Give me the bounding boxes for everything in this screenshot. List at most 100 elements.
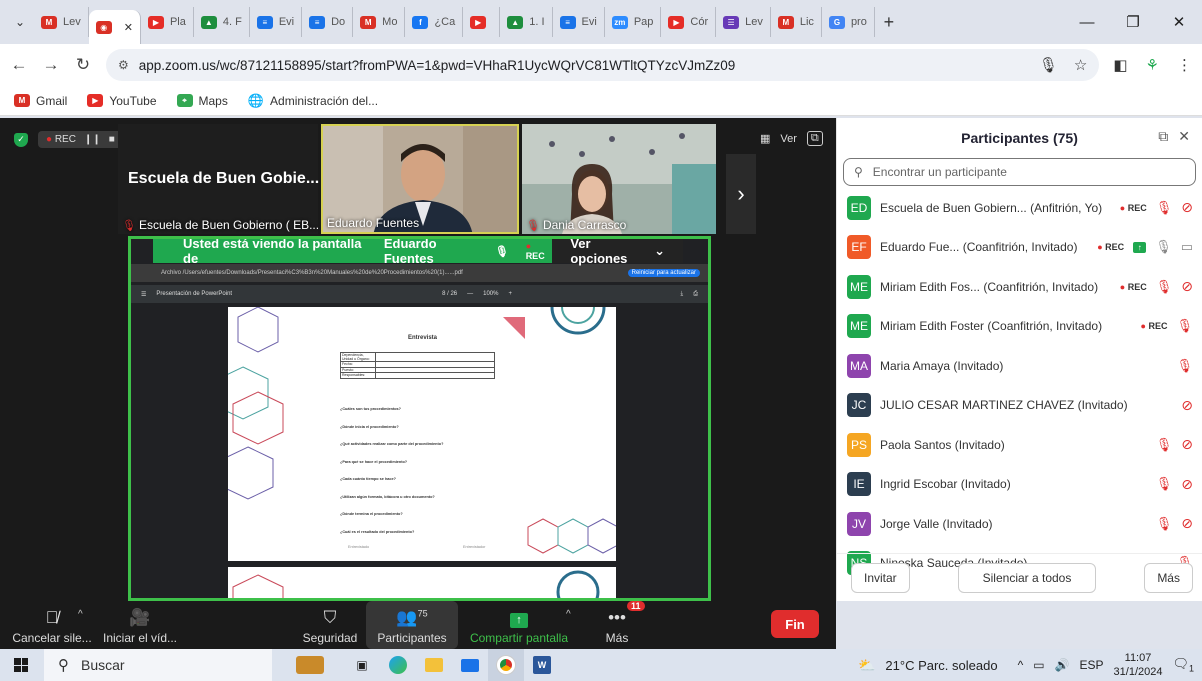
browser-tab[interactable]: ≡ Do — [302, 7, 354, 37]
extension-icon[interactable]: ⚘ — [1146, 56, 1159, 74]
video-off-icon[interactable]: ⊘ — [1181, 278, 1193, 295]
microphone-icon[interactable]: 🎙 — [1039, 56, 1058, 74]
reload-icon[interactable]: ↻ — [74, 55, 92, 75]
pause-recording-icon[interactable]: ❙❙ — [84, 134, 101, 145]
browser-tab[interactable]: ▶ — [463, 7, 501, 37]
participant-row[interactable]: MA Maria Amaya (Invitado) 🎙 — [837, 346, 1202, 386]
close-window-icon[interactable]: ✕ — [1156, 13, 1202, 31]
close-panel-icon[interactable]: ✕ — [1178, 128, 1190, 145]
participant-row[interactable]: ED Escuela de Buen Gobiern... (Anfitrión,… — [837, 188, 1202, 228]
audio-options-caret[interactable]: ^ — [78, 609, 83, 620]
popout-icon[interactable]: ⧉ — [1158, 128, 1168, 145]
bookmark-gmail[interactable]: M Gmail — [14, 94, 67, 108]
clock[interactable]: 11:07 31/1/2024 — [1114, 651, 1163, 679]
mute-all-button[interactable]: Silenciar a todos — [957, 562, 1097, 593]
taskbar-work-icon[interactable] — [292, 649, 328, 681]
mic-muted-icon[interactable]: 🎙 — [1156, 200, 1173, 216]
next-gallery-page-button[interactable]: › — [726, 154, 756, 234]
mic-muted-icon[interactable]: 🎙 — [1176, 318, 1193, 334]
browser-tab[interactable]: M Lev — [34, 7, 89, 37]
security-button[interactable]: ⛉ Seguridad — [298, 601, 362, 649]
video-off-icon[interactable]: ⊘ — [1181, 397, 1193, 414]
share-options-caret[interactable]: ^ — [566, 609, 571, 620]
video-off-icon[interactable]: ⊘ — [1181, 199, 1193, 216]
participant-row[interactable]: ME Miriam Edith Foster (Coanfitrión, Invi… — [837, 307, 1202, 347]
video-tile-dania[interactable]: 🎙 Dania Carrasco — [522, 124, 716, 234]
mic-muted-icon[interactable]: 🎙 — [1156, 437, 1173, 453]
participant-row[interactable]: PS Paola Santos (Invitado) 🎙 ⊘ — [837, 425, 1202, 465]
browser-menu-icon[interactable]: ⋮ — [1177, 56, 1192, 74]
mic-muted-icon[interactable]: 🎙 — [1156, 476, 1173, 492]
browser-tab[interactable]: ▶ Pla — [141, 7, 194, 37]
browser-tab[interactable]: Gpro — [822, 7, 875, 37]
url-omnibox[interactable]: ⚙ app.zoom.us/wc/87121158895/start?fromP… — [106, 49, 1100, 81]
shared-screen[interactable]: Archivo /Users/efuentes/Downloads/Presen… — [128, 236, 711, 601]
participant-row[interactable]: JC JULIO CESAR MARTINEZ CHAVEZ (Invitado)… — [837, 386, 1202, 426]
share-screen-button[interactable]: ↑ Compartir pantalla — [464, 601, 574, 649]
browser-tab[interactable]: ☰ Lev — [716, 7, 771, 37]
browser-tab[interactable]: M Mo — [353, 7, 406, 37]
security-shield-icon[interactable]: ✓ — [14, 132, 28, 147]
fullscreen-icon[interactable]: ⧉ — [806, 131, 823, 146]
participant-row[interactable]: EF Eduardo Fue... (Coanfitrión, Invitado)… — [837, 228, 1202, 268]
participant-row[interactable]: IE Ingrid Escobar (Invitado) 🎙 ⊘ — [837, 465, 1202, 505]
view-layout-button[interactable]: ▦ Ver ⧉ — [760, 131, 823, 146]
side-panel-icon[interactable]: ◧ — [1113, 56, 1127, 74]
video-off-icon[interactable]: ⊘ — [1181, 436, 1193, 453]
browser-tab[interactable]: ▲ 4. F — [194, 7, 250, 37]
network-icon[interactable]: ▭ — [1033, 658, 1044, 672]
close-tab-icon[interactable]: ✕ — [124, 21, 133, 34]
bookmark-maps[interactable]: ⌖ Maps — [176, 94, 228, 108]
mic-muted-icon[interactable]: 🎙 — [1176, 358, 1193, 374]
participant-row[interactable]: JV Jorge Valle (Invitado) 🎙 ⊘ — [837, 504, 1202, 544]
browser-tab[interactable]: ◉ ✕ — [88, 10, 141, 44]
video-off-icon[interactable]: ⊘ — [1181, 476, 1193, 493]
taskbar-search[interactable]: ⚲ Buscar — [44, 649, 272, 681]
browser-tab[interactable]: ▲ 1. I — [500, 7, 553, 37]
mic-on-icon[interactable]: 🎙 — [1155, 239, 1172, 255]
browser-tab[interactable]: zm Pap — [605, 7, 662, 37]
chrome-icon[interactable] — [488, 649, 524, 681]
mic-muted-icon[interactable]: 🎙 — [1156, 279, 1173, 295]
tab-search-chevron-icon[interactable]: ⌄ — [6, 8, 34, 36]
unmute-button[interactable]: 🎙̸ Cancelar sile... — [4, 601, 100, 649]
participant-search-input[interactable]: ⚲ Encontrar un participante — [843, 158, 1196, 186]
video-tile-eduardo[interactable]: Eduardo Fuentes — [321, 124, 519, 234]
browser-tab[interactable]: M Lic — [771, 7, 822, 37]
end-meeting-button[interactable]: Fin — [771, 610, 819, 638]
invite-button[interactable]: Invitar — [851, 562, 910, 593]
browser-tab[interactable]: ≡ Evi — [553, 7, 605, 37]
more-options-button[interactable]: Más — [1144, 562, 1193, 593]
video-off-icon[interactable]: ⊘ — [1181, 515, 1193, 532]
video-on-icon[interactable]: ▭ — [1181, 239, 1193, 255]
word-icon[interactable]: W — [524, 649, 560, 681]
browser-tab[interactable]: ▶ Cór — [661, 7, 717, 37]
restore-icon[interactable]: ❐ — [1110, 13, 1156, 31]
bookmark-star-icon[interactable]: ☆ — [1074, 56, 1087, 74]
forward-icon[interactable]: → — [42, 55, 60, 75]
browser-tab[interactable]: f ¿Ca — [405, 7, 464, 37]
stop-recording-icon[interactable]: ■ — [109, 134, 115, 145]
edge-icon[interactable] — [380, 649, 416, 681]
participants-button[interactable]: 👥75 Participantes — [366, 601, 458, 649]
back-icon[interactable]: ← — [10, 55, 28, 75]
bookmark-admin[interactable]: 🌐 Administración del... — [248, 93, 378, 109]
volume-icon[interactable]: 🔊 — [1055, 658, 1070, 672]
browser-tab[interactable]: ≡ Evi — [250, 7, 303, 37]
mail-icon[interactable] — [452, 649, 488, 681]
bookmark-youtube[interactable]: ▶ YouTube — [87, 94, 157, 108]
minimize-icon[interactable]: — — [1064, 14, 1110, 31]
mic-muted-icon[interactable]: 🎙 — [1156, 516, 1173, 532]
language-indicator[interactable]: ESP — [1080, 658, 1104, 672]
site-info-icon[interactable]: ⚙ — [118, 58, 129, 72]
tray-overflow-icon[interactable]: ^ — [1018, 658, 1024, 672]
start-video-button[interactable]: 🎥 Iniciar el víd... — [100, 601, 180, 649]
windows-start-icon[interactable] — [14, 658, 28, 672]
recording-indicator[interactable]: ● REC ❙❙ ■ — [38, 131, 123, 148]
weather-widget[interactable]: 21°C Parc. soleado — [885, 658, 997, 673]
task-view-icon[interactable]: ▣ — [344, 649, 380, 681]
notifications-icon[interactable]: 🗨1 — [1172, 656, 1194, 674]
new-tab-button[interactable]: + — [875, 12, 903, 33]
file-explorer-icon[interactable] — [416, 649, 452, 681]
view-options-button[interactable]: Ver opciones ⌄ — [552, 239, 683, 266]
